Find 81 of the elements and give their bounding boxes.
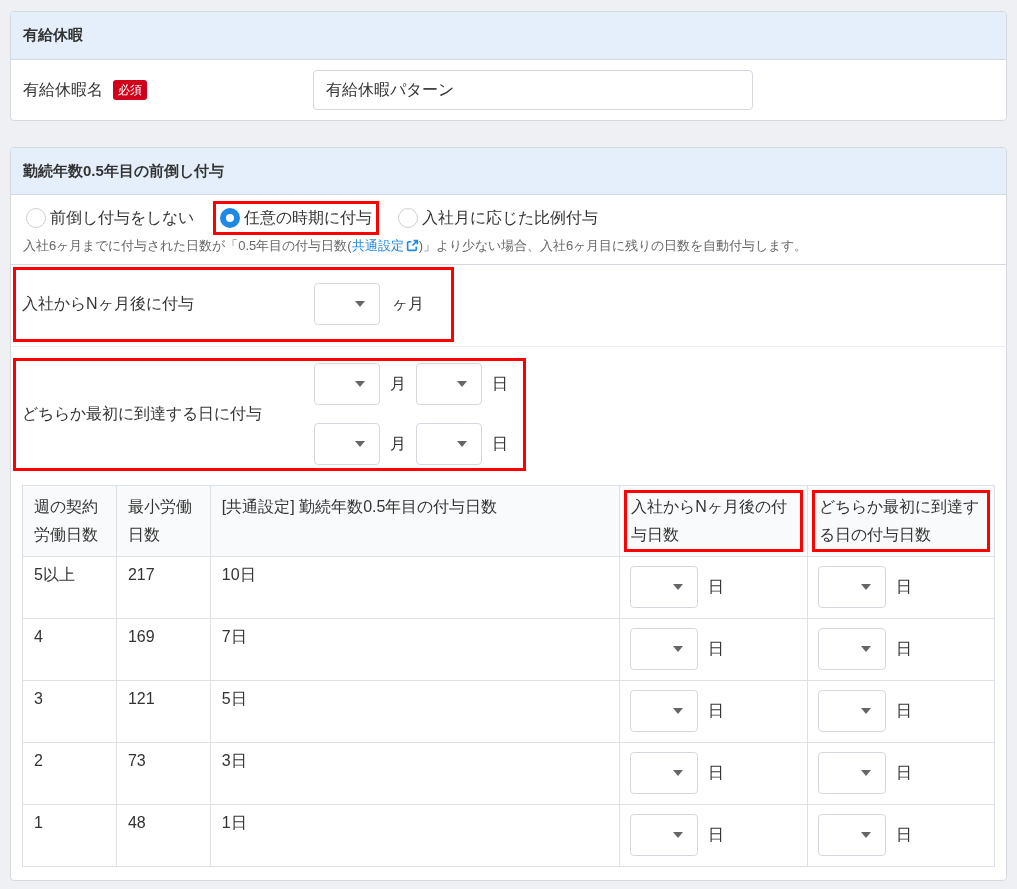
dropdown[interactable] <box>314 283 380 325</box>
unit-label: ヶ月 <box>392 295 424 312</box>
caret-icon <box>861 770 872 776</box>
table-cell: 5日 <box>210 680 620 742</box>
unit-label: 日 <box>708 639 725 659</box>
unit-label: 日 <box>492 434 508 454</box>
caret-icon <box>355 441 365 447</box>
column-title: 週の契約労働日数 <box>34 497 98 543</box>
dropdown[interactable] <box>630 814 699 856</box>
radio-button[interactable] <box>26 208 46 228</box>
table-cell: 5以上 <box>22 556 117 618</box>
table-cell: 121 <box>116 680 211 742</box>
table-cell: 10日 <box>210 556 620 618</box>
radio-button[interactable] <box>220 208 240 228</box>
caret-icon <box>673 832 684 838</box>
table-cell: 169 <box>116 618 211 680</box>
dropdown[interactable] <box>630 566 699 608</box>
common-settings-link[interactable]: 共通設定 <box>351 236 419 256</box>
table-cell: 3日 <box>210 742 620 804</box>
unit-label: 月 <box>390 374 406 394</box>
caret-icon <box>861 584 872 590</box>
column-title: 入社からNヶ月後の付与日数 <box>631 497 787 543</box>
caret-icon <box>861 708 872 714</box>
note-text: 入社6ヶ月までに付与された日数が「0.5年目の付与日数(共通設定 )」より少ない場合、入社6ヶ月目に残りの日数を自動付与します。 <box>19 236 998 256</box>
section-title: 有給休暇 <box>23 25 83 46</box>
name-input[interactable]: 有給休暇パターン <box>313 70 753 110</box>
unit-label: 日 <box>896 825 913 845</box>
table-cell: 73 <box>116 742 211 804</box>
table-cell: 3 <box>22 680 117 742</box>
row-label: どちらか最初に到達する日に付与 <box>22 404 263 424</box>
dropdown[interactable] <box>630 628 699 670</box>
radio-option[interactable]: 任意の時期に付与 <box>220 206 372 230</box>
table-cell: 48 <box>116 804 211 866</box>
row-label: 入社からNヶ月後に付与 <box>22 294 195 314</box>
caret-icon <box>457 381 467 387</box>
radio-option[interactable]: 入社月に応じた比例付与 <box>398 206 598 230</box>
external-link-icon <box>405 239 419 253</box>
dropdown[interactable] <box>630 752 699 794</box>
unit-label: 日 <box>896 639 913 659</box>
caret-icon <box>673 584 684 590</box>
required-badge: 必須 <box>113 80 147 100</box>
dropdown[interactable] <box>630 690 699 732</box>
dropdown[interactable] <box>314 423 380 465</box>
unit-label: 日 <box>896 577 913 597</box>
dropdown[interactable] <box>818 814 887 856</box>
field-label: 有給休暇名 <box>23 80 103 100</box>
radio-option[interactable]: 前倒し付与をしない <box>26 206 194 230</box>
caret-icon <box>673 770 684 776</box>
caret-icon <box>673 708 684 714</box>
unit-label: 日 <box>896 763 913 783</box>
dropdown[interactable] <box>416 363 482 405</box>
column-title: どちらか最初に到達する日の付与日数 <box>819 497 980 543</box>
table-cell: 4 <box>22 618 117 680</box>
table-cell: 2 <box>22 742 117 804</box>
unit-label: 日 <box>708 577 725 597</box>
dropdown[interactable] <box>818 628 887 670</box>
unit-label: 日 <box>708 825 725 845</box>
table-cell: 7日 <box>210 618 620 680</box>
table-cell: 1日 <box>210 804 620 866</box>
caret-icon <box>673 646 684 652</box>
dropdown[interactable] <box>416 423 482 465</box>
unit-label: 日 <box>708 701 725 721</box>
caret-icon <box>457 441 467 447</box>
unit-label: 月 <box>390 434 406 454</box>
caret-icon <box>355 381 365 387</box>
column-title: 最小労働日数 <box>127 497 192 543</box>
unit-label: 日 <box>896 701 913 721</box>
dropdown[interactable] <box>818 566 887 608</box>
caret-icon <box>355 301 365 307</box>
column-title: [共通設定] 勤続年数0.5年目の付与日数 <box>221 497 498 515</box>
dropdown[interactable] <box>818 752 887 794</box>
caret-icon <box>861 646 872 652</box>
radio-button[interactable] <box>398 208 418 228</box>
table-cell: 1 <box>22 804 117 866</box>
caret-icon <box>861 832 872 838</box>
unit-label: 日 <box>708 763 725 783</box>
section-title: 勤続年数0.5年目の前倒し付与 <box>23 160 224 181</box>
table-cell: 217 <box>116 556 211 618</box>
unit-label: 日 <box>492 374 508 394</box>
dropdown[interactable] <box>818 690 887 732</box>
dropdown[interactable] <box>314 363 380 405</box>
